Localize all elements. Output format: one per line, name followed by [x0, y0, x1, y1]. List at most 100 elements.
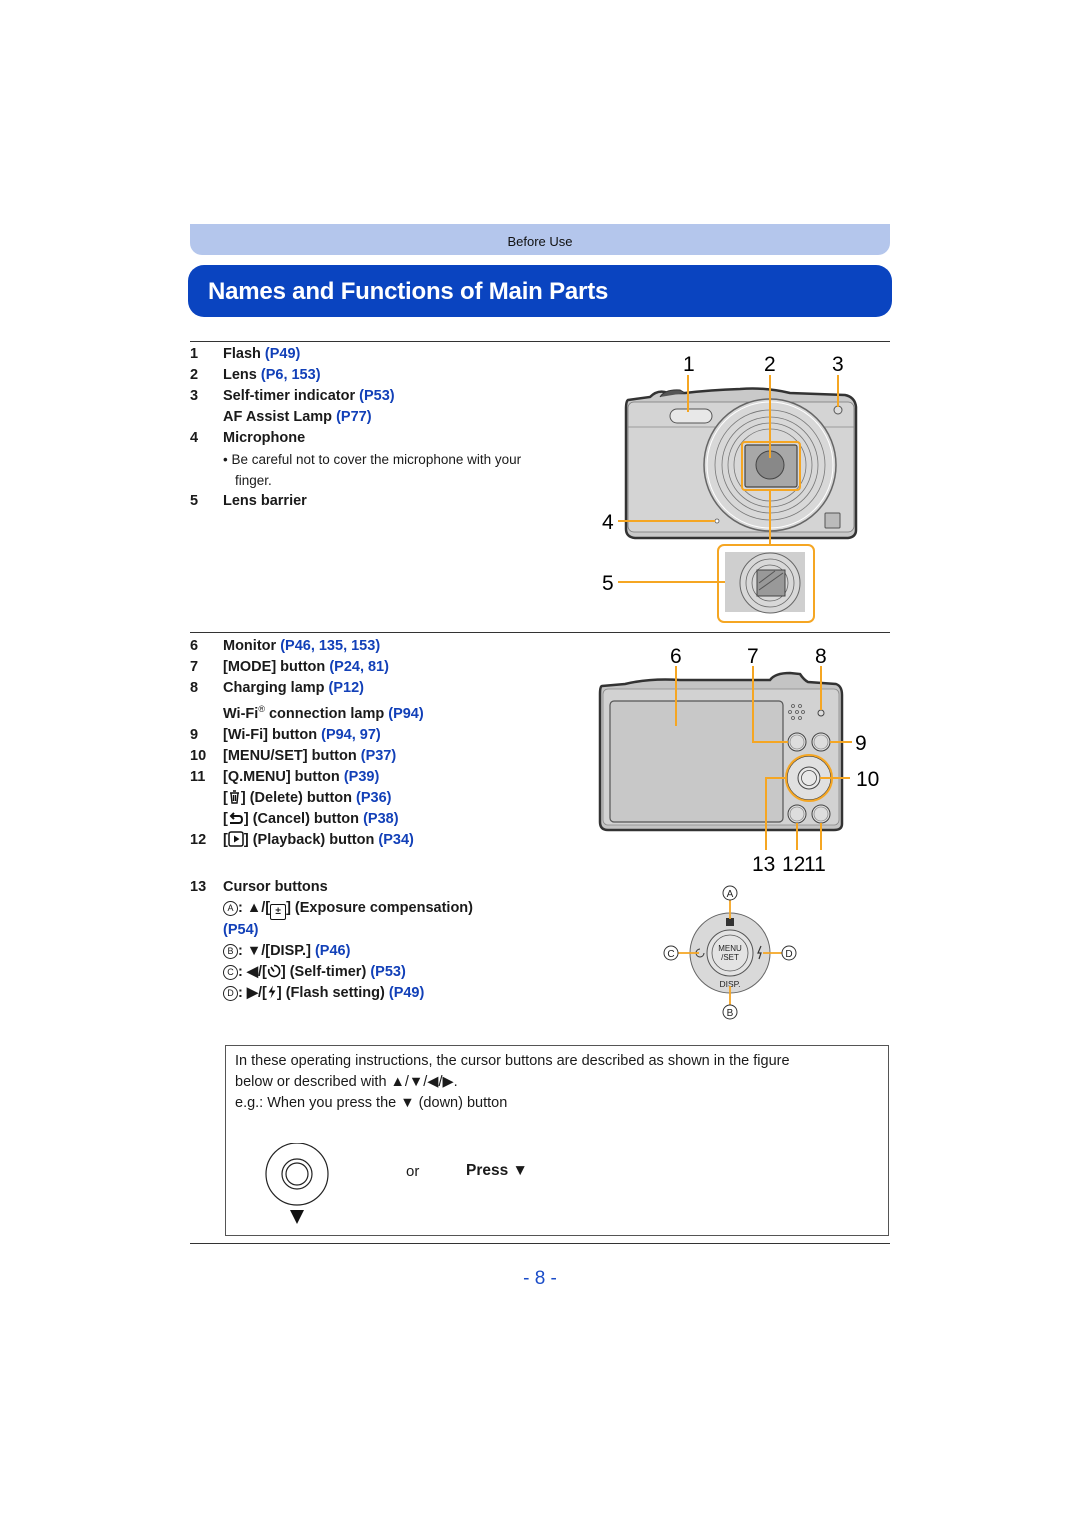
callout-label-9: 9 [855, 732, 867, 755]
list-item-flash: 1 Flash (P49) [190, 344, 545, 365]
microphone-note: • Be careful not to cover the microphone… [223, 452, 522, 488]
list-item-playback: 12[] (Playback) button (P34) [190, 830, 424, 851]
item-name: Microphone [223, 430, 306, 446]
item-name: ] (Cancel) button [243, 810, 360, 827]
cursor-item-c: C: ◀/[] (Self-timer) (P53) [190, 962, 473, 983]
page-ref-link[interactable]: (P77) [336, 409, 371, 425]
page-ref-link[interactable]: (P54) [223, 922, 258, 938]
page-ref-link[interactable]: (P36) [356, 790, 391, 806]
item-number: 7 [190, 659, 199, 675]
exposure-compensation-icon: ± [270, 904, 287, 920]
cursor-desc: : ▶/[ [238, 985, 267, 1001]
cursor-desc: ] (Self-timer) [280, 964, 367, 980]
item-name: Cursor buttons [223, 879, 328, 895]
info-text: In these operating instructions, the cur… [235, 1051, 885, 1114]
info-line-2: below or described with ▲/▼/◀/▶. [235, 1074, 458, 1090]
item-number: 12 [190, 831, 207, 848]
front-parts-list: 1 Flash (P49) 2 Lens (P6, 153) 3 Self-timer… [190, 344, 545, 512]
list-item-mode-button: 7 [MODE] button (P24, 81) [190, 657, 424, 678]
item-name: [MODE] button [223, 659, 326, 675]
item-name: AF Assist Lamp [223, 409, 333, 425]
callout-label-7: 7 [747, 645, 759, 668]
item-number: 13 [190, 879, 207, 895]
callout-label-5: 5 [602, 572, 614, 595]
self-timer-icon [267, 964, 281, 978]
page-ref-link[interactable]: (P94) [388, 706, 423, 722]
item-name: Lens barrier [223, 493, 307, 509]
list-item-af-assist: AF Assist Lamp (P77) [190, 407, 545, 428]
item-number: 11 [190, 768, 206, 785]
page-ref-link[interactable]: (P37) [361, 748, 396, 764]
page-ref-link[interactable]: (P49) [265, 346, 300, 362]
lens-barrier-inset [725, 552, 805, 614]
list-item-wifi-lamp: Wi-Fi® connection lamp (P94) [190, 699, 424, 725]
item-number: 8 [190, 680, 199, 696]
press-down-label: Press ▼ [466, 1162, 528, 1179]
cursor-desc: : ▼/[DISP.] [238, 943, 311, 959]
list-item-monitor: 6 Monitor (P46, 135, 153) [190, 636, 424, 657]
item-number: 4 [190, 430, 199, 446]
item-name: Self-timer indicator [223, 388, 356, 404]
item-name: connection lamp [264, 705, 385, 722]
back-parts-list: 6 Monitor (P46, 135, 153) 7 [MODE] button … [190, 636, 424, 851]
item-name: [Wi-Fi] button [223, 726, 318, 743]
page-ref-link[interactable]: (P39) [344, 769, 379, 785]
item-number: 9 [190, 726, 199, 743]
page-ref-link[interactable]: (P94, 97) [321, 727, 381, 743]
item-name: ] (Delete) button [240, 789, 352, 806]
item-name: Wi-Fi [223, 705, 259, 722]
callout-label-6: 6 [670, 645, 682, 668]
page-ref-link[interactable]: (P53) [370, 964, 405, 980]
dial-menu-label: MENU [718, 944, 742, 953]
item-name: [MENU/SET] button [223, 747, 357, 764]
page-ref-link[interactable]: (P12) [329, 680, 364, 696]
page-ref-link[interactable]: (P46) [315, 943, 350, 959]
playback-icon [228, 831, 244, 847]
page-ref-link[interactable]: (P34) [378, 832, 413, 848]
page-ref-link[interactable]: (P49) [389, 985, 424, 1001]
camera-front-diagram: 1 2 3 4 5 [602, 353, 858, 623]
cursor-item-a: A: ▲/[±] (Exposure compensation) [190, 898, 473, 920]
divider [190, 1243, 890, 1244]
section-tab-label: Before Use [507, 234, 573, 249]
section-tab: Before Use [190, 224, 890, 255]
info-line-1: In these operating instructions, the cur… [235, 1053, 790, 1069]
list-item-wifi-button: 9 [Wi-Fi] button (P94, 97) [190, 725, 424, 746]
list-item-microphone: 4 Microphone [190, 428, 545, 449]
page-ref-link[interactable]: (P6, 153) [261, 367, 321, 383]
dial-label-a: A [727, 889, 734, 900]
cursor-desc: ] (Flash setting) [276, 985, 385, 1001]
callout-label-13: 13 [752, 853, 775, 876]
dial-label-d: D [785, 949, 792, 960]
list-item-delete: [] (Delete) button (P36) [190, 788, 424, 809]
item-name: Charging lamp [223, 680, 325, 696]
page-ref-link[interactable]: (P53) [359, 388, 394, 404]
microphone-note-wrap: • Be careful not to cover the microphone… [190, 449, 545, 491]
circled-letter-a: A [223, 901, 238, 916]
divider [190, 341, 890, 342]
callout-label-12: 12 [782, 853, 805, 876]
item-name: Monitor [223, 638, 277, 654]
item-number: 1 [190, 346, 199, 362]
divider [190, 632, 890, 633]
item-name: ] (Playback) button [243, 831, 375, 848]
circled-letter-c: C [223, 965, 238, 980]
return-arrow-icon [229, 812, 243, 824]
page-ref-link[interactable]: (P46, 135, 153) [280, 638, 380, 654]
dial-set-label: /SET [721, 953, 739, 962]
cursor-item-d: D: ▶/[] (Flash setting) (P49) [190, 983, 473, 1004]
item-number: 5 [190, 493, 199, 509]
page-ref-link[interactable]: (P24, 81) [329, 659, 389, 675]
callout-label-1: 1 [683, 353, 695, 376]
info-line-3: e.g.: When you press the ▼ (down) button [235, 1095, 508, 1111]
cursor-desc: : ▲/[ [238, 900, 271, 916]
title-bar: Names and Functions of Main Parts [188, 265, 892, 317]
cursor-buttons-list: 13 Cursor buttons A: ▲/[±] (Exposure comp… [190, 877, 473, 1004]
page-ref-link[interactable]: (P38) [363, 811, 398, 827]
or-label: or [406, 1163, 420, 1180]
list-item-self-timer: 3 Self-timer indicator (P53) [190, 386, 545, 407]
list-item-lens-barrier: 5 Lens barrier [190, 491, 545, 512]
trash-icon [229, 790, 239, 804]
callout-label-11: 11 [804, 853, 826, 876]
camera-back-diagram: 6 7 8 9 10 11 12 13 [598, 645, 879, 876]
